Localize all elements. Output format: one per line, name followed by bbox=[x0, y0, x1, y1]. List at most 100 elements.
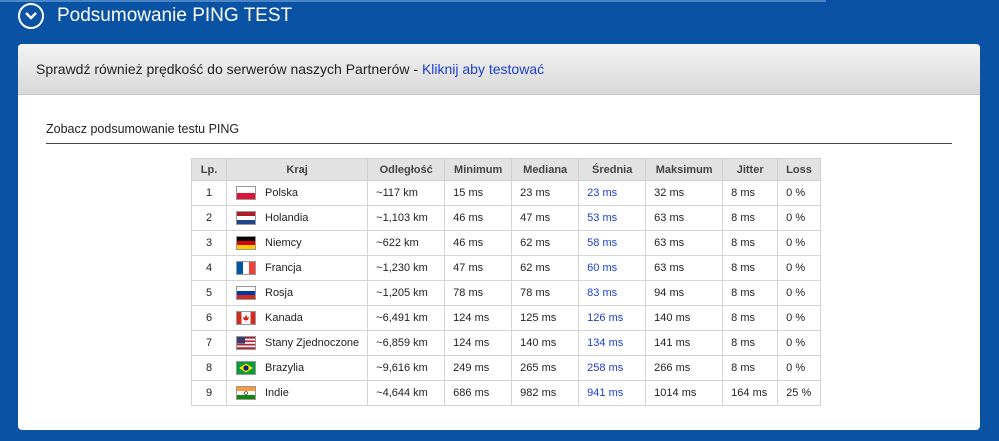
cell-median: 78 ms bbox=[511, 280, 580, 306]
cell-lp: 7 bbox=[191, 330, 227, 356]
cell-country: Rosja bbox=[225, 280, 369, 306]
partner-banner: Sprawdź również prędkość do serwerów nas… bbox=[18, 44, 980, 95]
table-row: 2 Holandia ~1,103 km 46 ms 47 ms 53 ms 63 ms 8 … bbox=[191, 205, 821, 231]
col-header-distance: Odległość bbox=[367, 158, 446, 181]
table-row: 5 Rosja ~1,205 km 78 ms 78 ms 83 ms 94 ms 8 ms 0… bbox=[191, 280, 821, 306]
cell-country: Brazylia bbox=[225, 355, 369, 381]
cell-country: Holandia bbox=[225, 205, 369, 231]
table-row: 9 Indie ~4,644 km 686 ms 982 ms 941 ms 1014 ms… bbox=[191, 380, 821, 406]
cell-distance: ~6,859 km bbox=[367, 330, 446, 356]
ping-results-table: Lp. Kraj Odległość Minimum Mediana Średn… bbox=[191, 158, 821, 406]
cell-maximum: 32 ms bbox=[645, 180, 724, 206]
col-header-average: Średnia bbox=[578, 158, 647, 181]
cell-jitter: 8 ms bbox=[722, 205, 779, 231]
cell-distance: ~9,616 km bbox=[367, 355, 446, 381]
chevron-down-icon[interactable] bbox=[18, 3, 44, 29]
country-name: Stany Zjednoczone bbox=[265, 336, 360, 349]
cell-lp: 6 bbox=[191, 305, 227, 331]
cell-jitter: 8 ms bbox=[722, 280, 779, 306]
banner-text: Sprawdź również prędkość do serwerów nas… bbox=[36, 61, 422, 77]
cell-average: 60 ms bbox=[578, 255, 647, 281]
cell-distance: ~1,205 km bbox=[367, 280, 446, 306]
usa-flag-icon bbox=[237, 337, 255, 350]
cell-lp: 1 bbox=[191, 180, 227, 206]
cell-maximum: 63 ms bbox=[645, 255, 724, 281]
cell-maximum: 141 ms bbox=[645, 330, 724, 356]
cell-minimum: 15 ms bbox=[444, 180, 513, 206]
cell-loss: 0 % bbox=[777, 330, 821, 356]
cell-country: Polska bbox=[225, 180, 369, 206]
cell-lp: 4 bbox=[191, 255, 227, 281]
cell-loss: 0 % bbox=[777, 305, 821, 331]
cell-average: 58 ms bbox=[578, 230, 647, 256]
cell-lp: 5 bbox=[191, 280, 227, 306]
cell-median: 140 ms bbox=[511, 330, 580, 356]
cell-minimum: 686 ms bbox=[444, 380, 513, 406]
germany-flag-icon bbox=[237, 237, 255, 250]
col-header-median: Mediana bbox=[511, 158, 580, 181]
page-title: Podsumowanie PING TEST bbox=[57, 5, 293, 26]
col-header-jitter: Jitter bbox=[722, 158, 779, 181]
cell-jitter: 8 ms bbox=[722, 305, 779, 331]
cell-lp: 3 bbox=[191, 230, 227, 256]
cell-maximum: 140 ms bbox=[645, 305, 724, 331]
cell-maximum: 1014 ms bbox=[645, 380, 724, 406]
cell-distance: ~1,230 km bbox=[367, 255, 446, 281]
brazil-flag-icon bbox=[237, 362, 255, 375]
cell-median: 47 ms bbox=[511, 205, 580, 231]
cell-loss: 0 % bbox=[777, 355, 821, 381]
cell-loss: 0 % bbox=[777, 180, 821, 206]
col-header-lp: Lp. bbox=[191, 158, 227, 181]
cell-average: 53 ms bbox=[578, 205, 647, 231]
cell-distance: ~4,644 km bbox=[367, 380, 446, 406]
cell-country: Stany Zjednoczone bbox=[225, 330, 369, 356]
country-name: Niemcy bbox=[265, 236, 302, 249]
cell-distance: ~117 km bbox=[367, 180, 446, 206]
table-row: 3 Niemcy ~622 km 46 ms 62 ms 58 ms 63 ms 8 ms 0 … bbox=[191, 230, 821, 256]
country-name: Francja bbox=[265, 261, 302, 274]
col-header-country: Kraj bbox=[225, 158, 369, 181]
cell-average: 941 ms bbox=[578, 380, 647, 406]
country-name: Brazylia bbox=[265, 361, 305, 374]
cell-distance: ~6,491 km bbox=[367, 305, 446, 331]
cell-loss: 0 % bbox=[777, 280, 821, 306]
france-flag-icon bbox=[237, 262, 255, 275]
cell-loss: 0 % bbox=[777, 205, 821, 231]
table-row: 6 Kanada ~6,491 km 124 ms 125 ms 126 ms 140 ms… bbox=[191, 305, 821, 331]
cell-country: Niemcy bbox=[225, 230, 369, 256]
cell-average: 134 ms bbox=[578, 330, 647, 356]
country-name: Holandia bbox=[265, 211, 309, 224]
cell-loss: 0 % bbox=[777, 230, 821, 256]
cell-country: Indie bbox=[225, 380, 369, 406]
cell-median: 982 ms bbox=[511, 380, 580, 406]
page-header: Podsumowanie PING TEST bbox=[18, 0, 292, 32]
cell-jitter: 8 ms bbox=[722, 230, 779, 256]
cell-country: Kanada bbox=[225, 305, 369, 331]
cell-median: 62 ms bbox=[511, 230, 580, 256]
cell-median: 62 ms bbox=[511, 255, 580, 281]
cell-distance: ~1,103 km bbox=[367, 205, 446, 231]
partner-test-link[interactable]: Kliknij aby testować bbox=[422, 61, 544, 77]
canada-flag-icon bbox=[237, 312, 255, 325]
cell-loss: 25 % bbox=[777, 380, 821, 406]
cell-median: 23 ms bbox=[511, 180, 580, 206]
cell-lp: 9 bbox=[191, 380, 227, 406]
cell-median: 265 ms bbox=[511, 355, 580, 381]
cell-jitter: 164 ms bbox=[722, 380, 779, 406]
cell-minimum: 46 ms bbox=[444, 205, 513, 231]
cell-loss: 0 % bbox=[777, 255, 821, 281]
netherlands-flag-icon bbox=[237, 212, 255, 225]
cell-jitter: 8 ms bbox=[722, 330, 779, 356]
country-name: Rosja bbox=[265, 286, 294, 299]
cell-jitter: 8 ms bbox=[722, 180, 779, 206]
cell-average: 23 ms bbox=[578, 180, 647, 206]
russia-flag-icon bbox=[237, 287, 255, 300]
cell-minimum: 78 ms bbox=[444, 280, 513, 306]
table-header-row: Lp. Kraj Odległość Minimum Mediana Średn… bbox=[191, 158, 821, 181]
cell-median: 125 ms bbox=[511, 305, 580, 331]
cell-lp: 8 bbox=[191, 355, 227, 381]
table-row: 1 Polska ~117 km 15 ms 23 ms 23 ms 32 ms 8 ms 0 … bbox=[191, 180, 821, 206]
cell-maximum: 63 ms bbox=[645, 205, 724, 231]
cell-minimum: 47 ms bbox=[444, 255, 513, 281]
poland-flag-icon bbox=[237, 187, 255, 200]
